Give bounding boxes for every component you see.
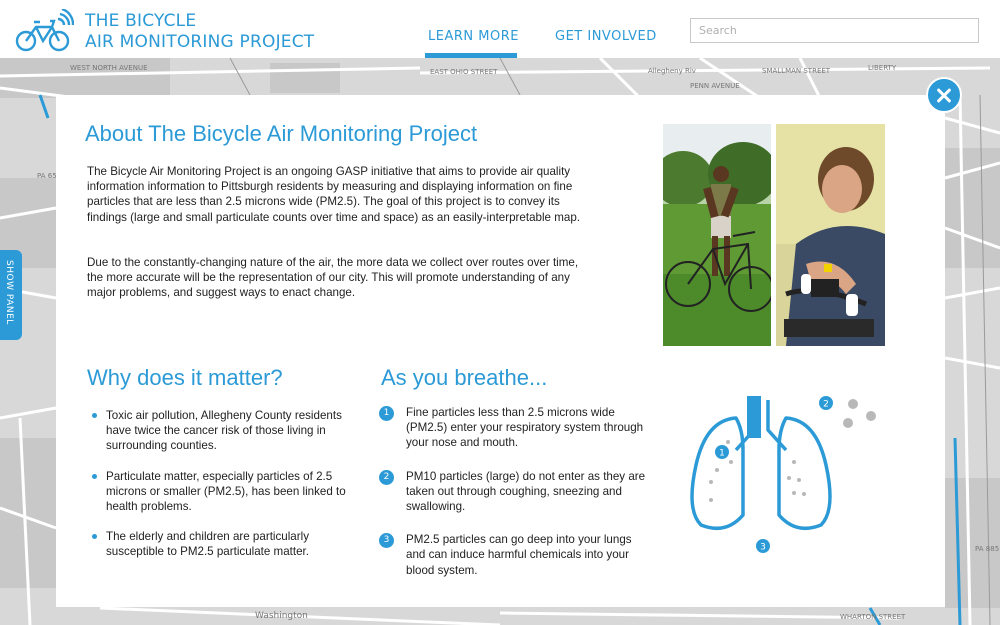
map-label: Allegheny Riv xyxy=(648,67,696,75)
map-label: WHARTON STREET xyxy=(840,613,906,621)
why-bullet-list: Toxic air pollution, Allegheny County re… xyxy=(92,408,362,575)
show-panel-label: SHOW PANEL xyxy=(4,260,14,325)
brand-line-1: THE BICYCLE xyxy=(85,11,197,31)
map-label: SMALLMAN STREET xyxy=(762,67,831,75)
brand-line-2: AIR MONITORING PROJECT xyxy=(85,32,315,52)
step-text: Fine particles less than 2.5 microns wid… xyxy=(406,406,644,450)
search-input[interactable] xyxy=(690,18,979,43)
nav-active-indicator xyxy=(425,53,517,58)
map-label: EAST OHIO STREET xyxy=(430,68,498,76)
map-label: WEST NORTH AVENUE xyxy=(70,64,148,72)
brand-title[interactable]: THE BICYCLE AIR MONITORING PROJECT xyxy=(85,11,314,53)
list-item: The elderly and children are particularl… xyxy=(92,529,362,559)
step-number-badge: 2 xyxy=(379,469,394,485)
nav-learn-more[interactable]: LEARN MORE xyxy=(428,29,519,44)
diagram-label: 3 xyxy=(760,543,766,553)
bicycle-signal-icon[interactable] xyxy=(14,9,74,53)
map-label: PA 65 xyxy=(37,172,57,180)
list-item: 3 PM2.5 particles can go deep into your … xyxy=(379,532,649,578)
diagram-marker-3: 3 xyxy=(756,539,770,553)
show-panel-tab[interactable]: SHOW PANEL xyxy=(0,250,22,340)
header: THE BICYCLE AIR MONITORING PROJECT LEARN… xyxy=(0,0,1000,58)
particle-dots xyxy=(709,399,876,502)
photo-man-with-sensor xyxy=(776,124,885,346)
diagram-marker-2: 2 xyxy=(819,396,833,410)
list-item: Toxic air pollution, Allegheny County re… xyxy=(92,408,362,454)
diagram-label: 2 xyxy=(823,400,829,410)
diagram-label: 1 xyxy=(719,449,725,459)
photo-woman-with-bicycle xyxy=(663,124,771,346)
map-label: Washington xyxy=(255,611,308,621)
breathe-title: As you breathe... xyxy=(381,365,548,390)
step-number-badge: 3 xyxy=(379,533,394,549)
about-paragraph-1: The Bicycle Air Monitoring Project is an… xyxy=(87,165,580,224)
about-paragraph-2: Due to the constantly-changing nature of… xyxy=(87,256,579,300)
learn-more-modal: About The Bicycle Air Monitoring Project… xyxy=(56,95,945,607)
lungs-diagram: 1 2 3 xyxy=(690,396,876,553)
diagram-marker-1: 1 xyxy=(715,445,729,459)
step-number-badge: 1 xyxy=(379,406,394,421)
map-label: PA 885 xyxy=(975,545,999,553)
why-title: Why does it matter? xyxy=(87,365,283,390)
breathe-step-list: 1 Fine particles less than 2.5 microns w… xyxy=(379,405,649,596)
about-title: About The Bicycle Air Monitoring Project xyxy=(85,121,478,146)
step-text: PM2.5 particles can go deep into your lu… xyxy=(406,533,632,577)
nav-get-involved[interactable]: GET INVOLVED xyxy=(555,29,657,44)
step-text: PM10 particles (large) do not enter as t… xyxy=(406,469,646,514)
map-label: LIBERTY xyxy=(868,64,897,72)
map-label: PENN AVENUE xyxy=(690,82,740,90)
list-item: 2 PM10 particles (large) do not enter as… xyxy=(379,469,649,515)
close-icon[interactable] xyxy=(926,77,962,113)
list-item: 1 Fine particles less than 2.5 microns w… xyxy=(379,405,649,451)
list-item: Particulate matter, especially particles… xyxy=(92,469,362,515)
